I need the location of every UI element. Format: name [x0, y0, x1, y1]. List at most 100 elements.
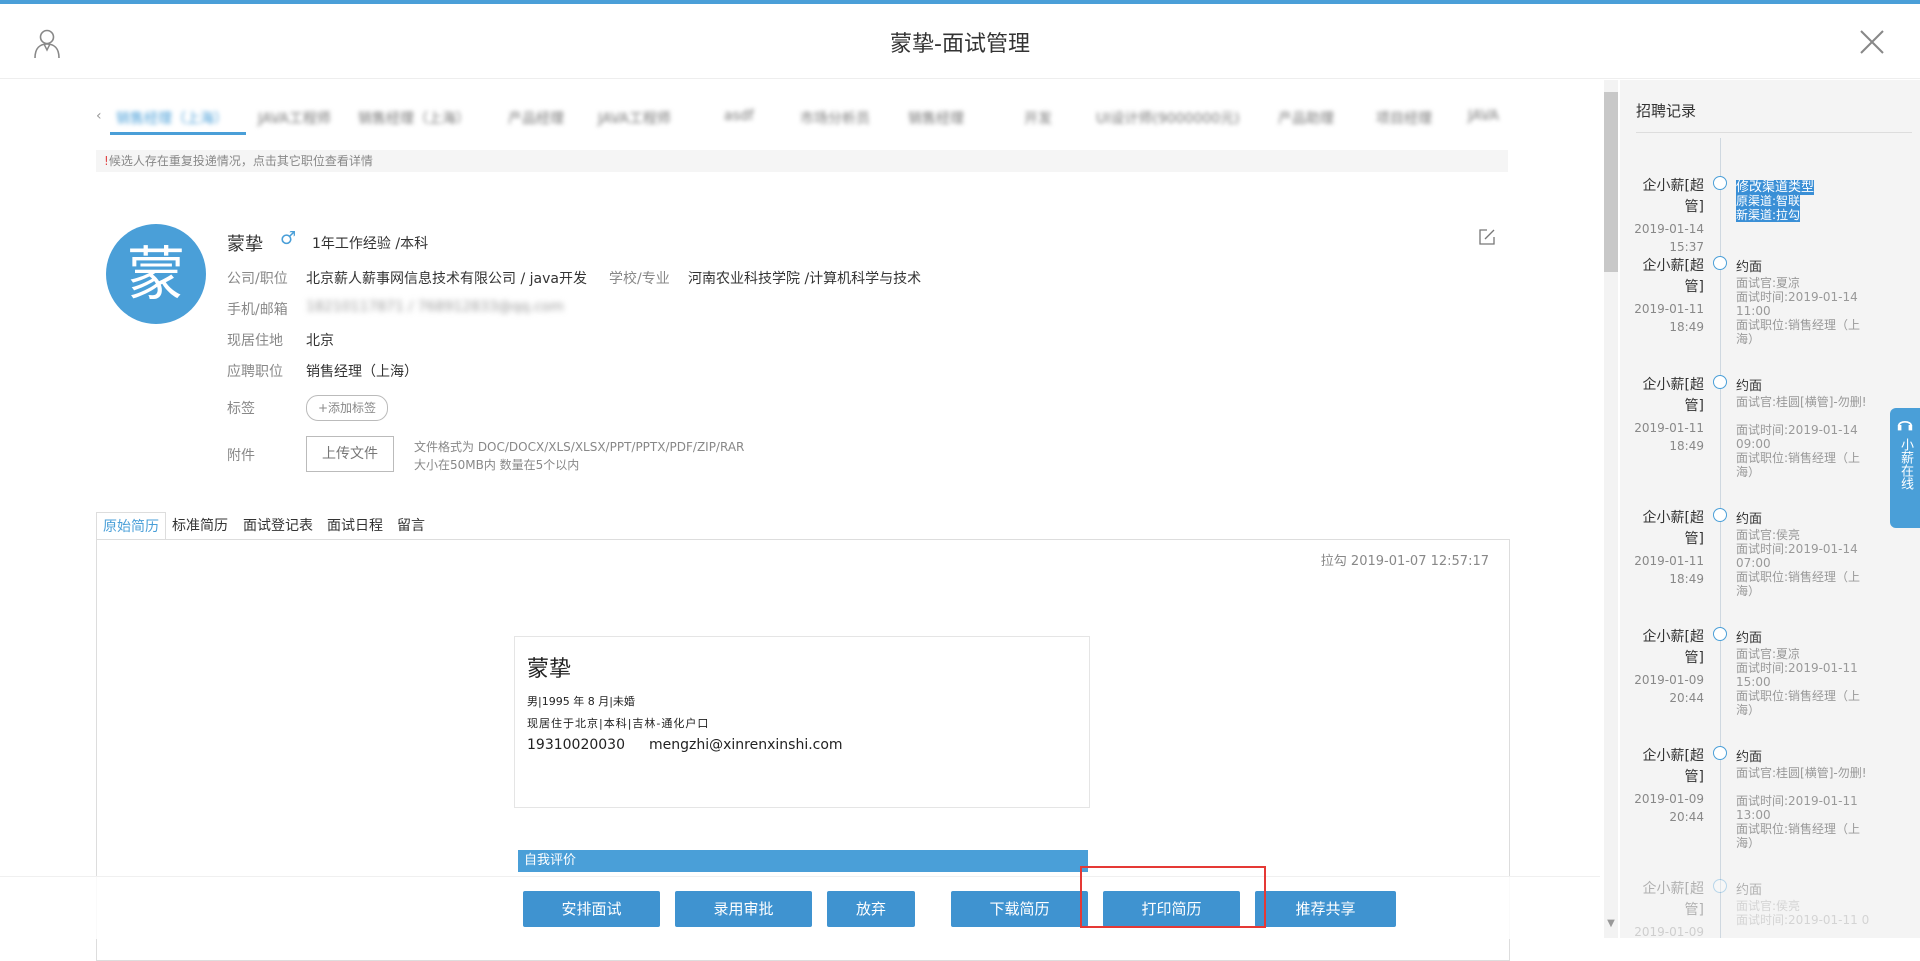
- record-date: 2019-01-11: [1634, 302, 1704, 316]
- record-detail: 面试官:夏凉: [1736, 276, 1801, 290]
- timeline-dot: [1713, 879, 1727, 893]
- position-tab[interactable]: JAVA: [1468, 108, 1499, 124]
- record-action: 约面: [1736, 631, 1763, 646]
- position-tab[interactable]: 产品经理: [508, 108, 564, 128]
- record-detail: 面试时间:2019-01-14 09:00: [1736, 423, 1858, 451]
- recruitment-records-panel: 招聘记录 企小薪[超管] 2019-01-14 15:37 修改渠道类型 原渠道…: [1620, 80, 1920, 939]
- attachment-label: 附件: [227, 448, 255, 464]
- schedule-interview-button[interactable]: 安排面试: [523, 891, 660, 927]
- record-detail: 面试职位:销售经理（上海）: [1736, 822, 1861, 850]
- resume-card: 蒙挚 男|1995 年 8 月|未婚 现居住于北京|本科|吉林-通化户口 193…: [514, 636, 1090, 808]
- record-detail: 面试时间:2019-01-11 13:00: [1736, 794, 1858, 822]
- add-tag-button[interactable]: +添加标签: [306, 395, 388, 421]
- timeline-dot: [1713, 176, 1727, 190]
- record-detail: 面试时间:2019-01-14 11:00: [1736, 290, 1858, 318]
- highlight-box: [1080, 866, 1266, 928]
- abandon-button[interactable]: 放弃: [827, 891, 915, 927]
- position-tab[interactable]: UI设计师(9000000元): [1096, 108, 1240, 128]
- experience-education: 1年工作经验 /本科: [312, 236, 429, 252]
- company-value: 北京薪人薪事网信息技术有限公司 / java开发: [306, 271, 587, 287]
- download-resume-button[interactable]: 下载简历: [951, 891, 1088, 927]
- upload-hint: 文件格式为 DOC/DOCX/XLS/XLSX/PPT/PPTX/PDF/ZIP…: [414, 438, 744, 474]
- record-detail: 面试职位:销售经理（上海）: [1736, 689, 1861, 717]
- company-label: 公司/职位: [227, 271, 288, 287]
- tab-original-resume[interactable]: 原始简历: [96, 512, 166, 542]
- record-detail: 面试官:侯亮: [1736, 899, 1801, 913]
- divider: [1636, 132, 1912, 133]
- record-date: 2019-01-11: [1634, 421, 1704, 435]
- records-title: 招聘记录: [1636, 102, 1697, 120]
- chevron-left-icon[interactable]: ‹: [96, 108, 102, 124]
- record-date: 2019-01-14: [1634, 222, 1704, 236]
- position-tab[interactable]: JAVA工程师: [598, 108, 671, 128]
- record-operator: 企小薪[超管]: [1642, 629, 1704, 666]
- position-tab[interactable]: 项目经理: [1376, 108, 1432, 128]
- hire-approval-button[interactable]: 录用审批: [675, 891, 812, 927]
- recommend-share-button[interactable]: 推荐共享: [1255, 891, 1396, 927]
- resume-basic-info: 男|1995 年 8 月|未婚: [527, 695, 635, 708]
- record-detail: 原渠道:智联: [1736, 194, 1801, 208]
- record-time: 20:44: [1669, 810, 1704, 824]
- record-detail: 面试官:侯亮: [1736, 528, 1801, 542]
- record-detail: 面试职位:销售经理（上海）: [1736, 570, 1861, 598]
- record-operator: 企小薪[超管]: [1642, 377, 1704, 414]
- position-tab[interactable]: 销售经理: [908, 108, 964, 128]
- chevron-down-icon[interactable]: ▼: [1604, 918, 1618, 932]
- resume-email: mengzhi@xinrenxinshi.com: [649, 737, 843, 753]
- record-action: 约面: [1736, 512, 1763, 527]
- record-detail: 面试时间:2019-01-11 15:00: [1736, 661, 1858, 689]
- record-operator: 企小薪[超管]: [1642, 258, 1704, 295]
- position-tab[interactable]: 销售经理（上海）: [116, 108, 228, 128]
- self-evaluation-header: 自我评价: [518, 850, 1088, 872]
- online-support-tab[interactable]: 小薪在线: [1890, 408, 1920, 528]
- record-date: 2019-01-09: [1634, 792, 1704, 806]
- applied-position-label: 应聘职位: [227, 364, 283, 380]
- active-tab-underline: [110, 132, 246, 135]
- position-tab[interactable]: 市场分析员: [800, 108, 870, 128]
- main-content: ‹ 销售经理（上海） JAVA工程师 销售经理（上海） 产品经理 JAVA工程师…: [0, 80, 1600, 961]
- record-detail: 面试职位:销售经理（上海）: [1736, 318, 1861, 346]
- tags-label: 标签: [227, 401, 255, 417]
- position-tabs: ‹ 销售经理（上海） JAVA工程师 销售经理（上海） 产品经理 JAVA工程师…: [96, 100, 1508, 136]
- school-value: 河南农业科技学院 /计算机科学与技术: [688, 271, 922, 287]
- record-time: 15:37: [1669, 240, 1704, 254]
- applied-position-value: 销售经理（上海）: [306, 364, 418, 380]
- record-action: 约面: [1736, 750, 1763, 765]
- record-detail: 新渠道:拉勾: [1736, 208, 1801, 222]
- record-action: 约面: [1736, 379, 1763, 394]
- record-time: 18:49: [1669, 320, 1704, 334]
- record-operator: 企小薪[超管]: [1642, 748, 1704, 785]
- source-timestamp: 拉勾 2019-01-07 12:57:17: [1320, 554, 1489, 569]
- edit-icon[interactable]: [1478, 228, 1496, 246]
- position-tab[interactable]: 开发: [1024, 108, 1052, 128]
- position-tab[interactable]: 产品助理: [1278, 108, 1334, 128]
- record-date: 2019-01-11: [1634, 554, 1704, 568]
- duplicate-notice[interactable]: !候选人存在重复投递情况，点击其它职位查看详情: [96, 150, 1508, 172]
- online-support-label: 小薪在线: [1898, 438, 1913, 490]
- position-tab[interactable]: 销售经理（上海）: [358, 108, 470, 128]
- close-icon[interactable]: [1858, 28, 1886, 56]
- record-detail: 面试官:桂圆[横管]-勿删!: [1736, 395, 1867, 409]
- record-time: 20:44: [1669, 691, 1704, 705]
- tab-interview-schedule[interactable]: 面试日程: [327, 512, 383, 540]
- self-evaluation-title: 自我评价: [524, 853, 577, 868]
- school-label: 学校/专业: [609, 271, 670, 287]
- address-label: 现居住地: [227, 333, 283, 349]
- record-action: 约面: [1736, 883, 1763, 898]
- tab-interview-form[interactable]: 面试登记表: [243, 512, 313, 540]
- header: 蒙挚-面试管理: [0, 4, 1920, 79]
- address-value: 北京: [306, 333, 334, 349]
- scrollbar-thumb[interactable]: [1604, 92, 1618, 272]
- position-tab[interactable]: JAVA工程师: [258, 108, 331, 128]
- file-format-hint: 文件格式为 DOC/DOCX/XLS/XLSX/PPT/PPTX/PDF/ZIP…: [414, 440, 745, 454]
- timeline-dot: [1713, 508, 1727, 522]
- tab-messages[interactable]: 留言: [397, 512, 425, 540]
- contact-label: 手机/邮箱: [227, 302, 288, 318]
- action-bar: 安排面试 录用审批 放弃 下载简历 打印简历 推荐共享: [0, 876, 1600, 939]
- position-tab[interactable]: asdf: [724, 108, 754, 124]
- tab-standard-resume[interactable]: 标准简历: [172, 512, 228, 540]
- male-icon: ♂: [280, 228, 297, 249]
- record-time: 18:49: [1669, 439, 1704, 453]
- timeline-dot: [1713, 627, 1727, 641]
- upload-file-button[interactable]: 上传文件: [306, 436, 394, 472]
